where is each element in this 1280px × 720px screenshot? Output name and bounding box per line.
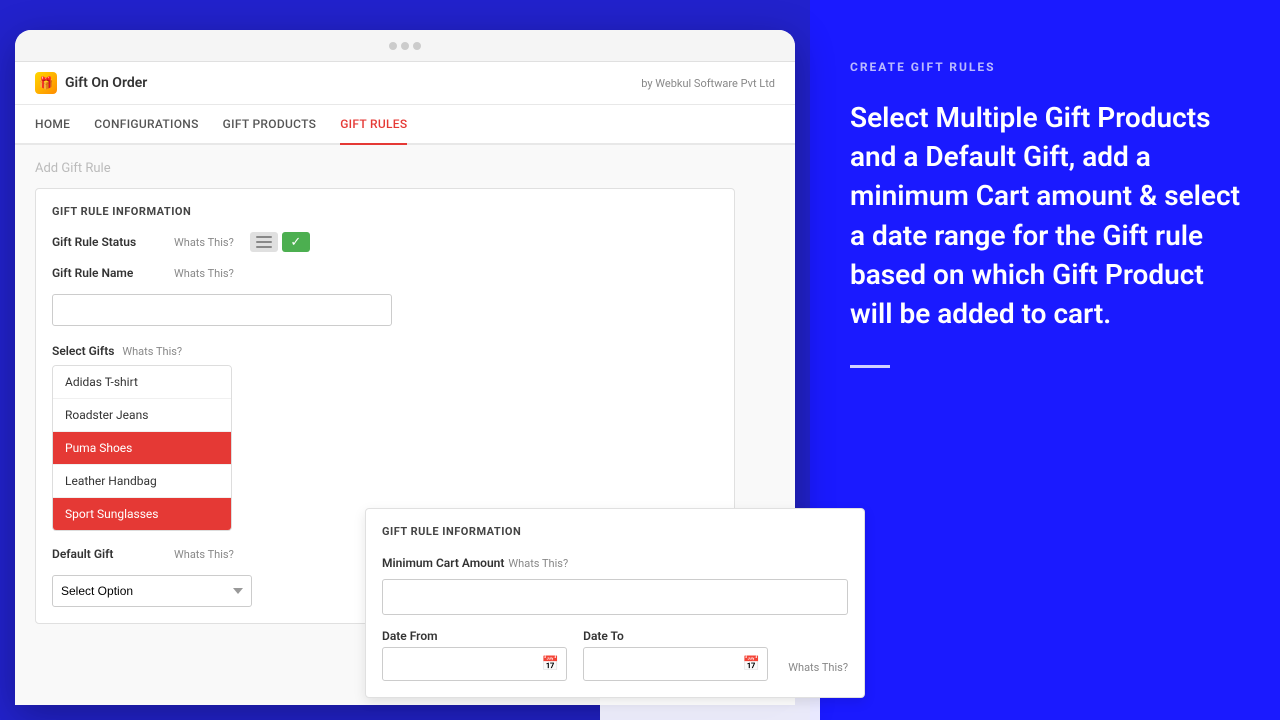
min-cart-input[interactable] <box>382 579 848 615</box>
app-header: 🎁 Gift On Order by Webkul Software Pvt L… <box>15 62 795 105</box>
toggle-area: ✓ <box>250 232 310 252</box>
date-to-label: Date To <box>583 629 768 643</box>
min-cart-label: Minimum Cart Amount <box>382 556 504 570</box>
gift-rule-status-label: Gift Rule Status <box>52 235 162 249</box>
toggle-line-3 <box>256 246 272 248</box>
main-content: Add Gift Rule GIFT RULE INFORMATION Gift… <box>15 145 795 705</box>
powered-by: by Webkul Software Pvt Ltd <box>641 77 775 90</box>
date-whats-this: Whats This? <box>788 661 848 674</box>
date-row: Date From 📅 Date To 📅 <box>382 629 848 681</box>
gift-rule-name-input[interactable] <box>52 294 392 326</box>
nav-gift-rules[interactable]: GIFT RULES <box>340 105 407 145</box>
nav-home[interactable]: HOME <box>35 105 70 145</box>
toggle-line-2 <box>256 241 272 243</box>
gift-option-sport[interactable]: Sport Sunglasses <box>53 498 231 530</box>
toggle-lines-icon[interactable] <box>250 232 278 252</box>
app-title: Gift On Order <box>65 75 147 91</box>
browser-dot-1 <box>389 42 397 50</box>
gift-rule-status-row: Gift Rule Status Whats This? ✓ <box>52 232 718 252</box>
browser-window: 🎁 Gift On Order by Webkul Software Pvt L… <box>15 30 795 705</box>
date-from-input[interactable] <box>382 647 567 681</box>
date-from-label: Date From <box>382 629 567 643</box>
gift-option-puma[interactable]: Puma Shoes <box>53 432 231 465</box>
logo-icon: 🎁 <box>35 72 57 94</box>
name-input-row <box>52 294 718 326</box>
gift-options-list: Adidas T-shirt Roadster Jeans Puma Shoes… <box>52 365 232 531</box>
nav-gift-products[interactable]: GIFT PRODUCTS <box>223 105 317 145</box>
date-whats-this-wrapper: Whats This? <box>784 656 848 681</box>
toggle-line-1 <box>256 236 272 238</box>
browser-dot-3 <box>413 42 421 50</box>
gifts-whats-this: Whats This? <box>122 345 182 358</box>
second-gift-rule-info-card: GIFT RULE INFORMATION Minimum Cart Amoun… <box>365 508 865 698</box>
create-gift-rules-label: CREATE GIFT RULES <box>850 60 1240 74</box>
gift-option-roadster[interactable]: Roadster Jeans <box>53 399 231 432</box>
min-cart-whats-this: Whats This? <box>508 557 568 570</box>
page-breadcrumb: Add Gift Rule <box>35 161 775 176</box>
status-whats-this: Whats This? <box>174 236 234 249</box>
name-whats-this: Whats This? <box>174 267 234 280</box>
right-panel: CREATE GIFT RULES Select Multiple Gift P… <box>810 0 1280 720</box>
logo-emoji: 🎁 <box>39 76 54 90</box>
section-title-1: GIFT RULE INFORMATION <box>52 205 718 218</box>
form-area: GIFT RULE INFORMATION Gift Rule Status W… <box>35 188 775 624</box>
section-title-2: GIFT RULE INFORMATION <box>382 525 848 538</box>
min-cart-row: Minimum Cart Amount Whats This? <box>382 552 848 615</box>
gift-option-adidas[interactable]: Adidas T-shirt <box>53 366 231 399</box>
nav-bar: HOME CONFIGURATIONS GIFT PRODUCTS GIFT R… <box>15 105 795 145</box>
default-gift-select[interactable]: Select Option <box>52 575 252 607</box>
gift-rule-name-row: Gift Rule Name Whats This? <box>52 266 718 280</box>
app-logo: 🎁 Gift On Order <box>35 72 147 94</box>
nav-configurations[interactable]: CONFIGURATIONS <box>94 105 198 145</box>
browser-dot-2 <box>401 42 409 50</box>
date-to-input[interactable] <box>583 647 768 681</box>
default-gift-whats-this: Whats This? <box>174 548 234 561</box>
gift-rule-name-label: Gift Rule Name <box>52 266 162 280</box>
left-panel: 🎁 Gift On Order by Webkul Software Pvt L… <box>0 0 810 720</box>
select-gifts-label: Select Gifts <box>52 344 114 358</box>
default-gift-label: Default Gift <box>52 547 162 561</box>
gift-option-leather[interactable]: Leather Handbag <box>53 465 231 498</box>
divider-line <box>850 365 890 368</box>
browser-top-bar <box>15 30 795 62</box>
date-to-field: Date To 📅 <box>583 629 768 681</box>
description-text: Select Multiple Gift Products and a Defa… <box>850 98 1240 333</box>
date-from-input-wrapper: 📅 <box>382 647 567 681</box>
date-to-input-wrapper: 📅 <box>583 647 768 681</box>
select-gifts-row: Select Gifts Whats This? <box>52 340 718 359</box>
date-from-field: Date From 📅 <box>382 629 567 681</box>
toggle-check-icon[interactable]: ✓ <box>282 232 310 252</box>
